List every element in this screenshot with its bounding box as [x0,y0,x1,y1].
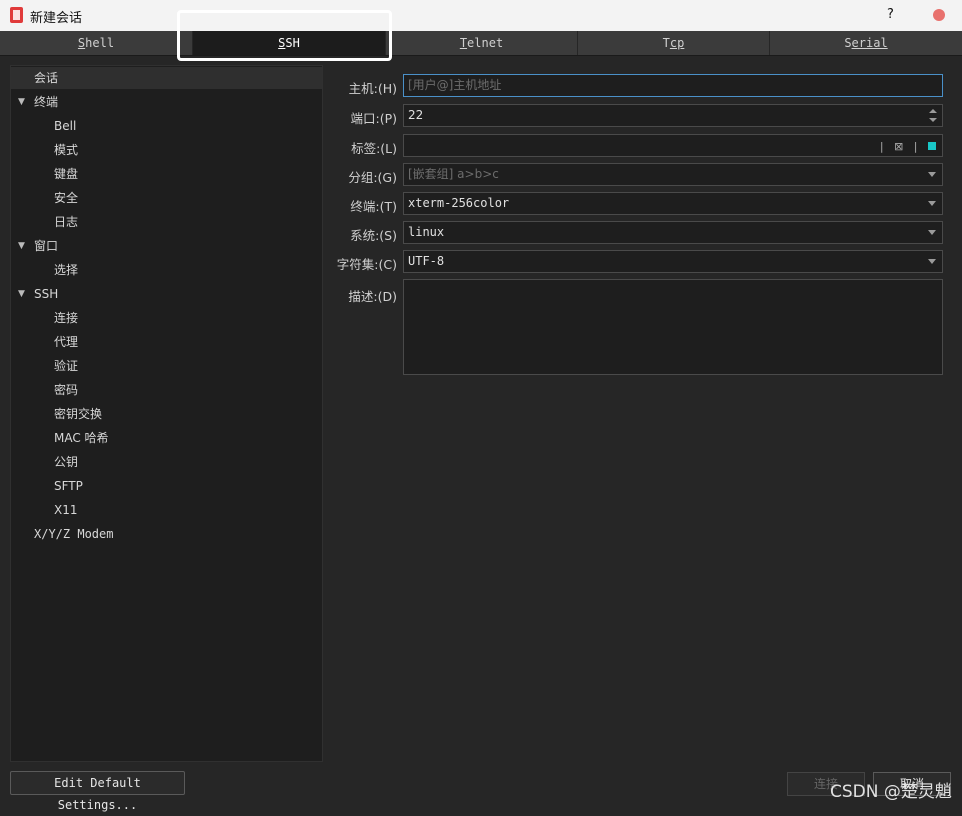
tab-ssh[interactable]: SSH [193,31,386,55]
spin-down-icon[interactable] [929,118,937,122]
tab-tcp[interactable]: Tcp [578,31,770,55]
expand-arrow-icon[interactable]: ▼ [18,91,25,113]
spin-up-icon[interactable] [929,109,937,113]
tab-shell[interactable]: Shell [0,31,193,55]
expand-arrow-icon[interactable]: ▼ [18,283,25,305]
terminal-label: 终端:(T) [350,199,397,214]
tab-telnet[interactable]: Telnet [386,31,578,55]
tree-item-x11[interactable]: X11 [54,499,78,521]
tree-item-mac[interactable]: MAC 哈希 [54,427,109,449]
tree-item-security[interactable]: 安全 [54,187,78,209]
group-combobox[interactable]: [嵌套组] a>b>c [403,163,943,186]
system-combobox[interactable]: linux [403,221,943,244]
edit-default-settings-button[interactable]: Edit Default Settings... [10,771,185,812]
tree-item-terminal[interactable]: ▼ 终端 [11,91,322,113]
tree-item-connection[interactable]: 连接 [54,307,78,329]
tree-item-sftp[interactable]: SFTP [54,475,83,497]
tag-tools: | ⊠ | [873,135,936,157]
tree-item-mode[interactable]: 模式 [54,139,78,161]
host-input[interactable]: [用户@]主机地址 [403,74,943,97]
chevron-down-icon[interactable] [928,172,936,177]
port-stepper[interactable]: 22 [403,104,943,127]
chevron-down-icon[interactable] [928,201,936,206]
title-bar: 新建会话 ? [0,0,962,31]
tree-item-kex[interactable]: 密钥交换 [54,403,102,425]
tab-serial[interactable]: Serial [770,31,962,55]
session-type-tabs: Shell SSH Telnet Tcp Serial [0,31,962,56]
close-button[interactable] [933,9,945,21]
tree-item-proxy[interactable]: 代理 [54,331,78,353]
charset-label: 字符集:(C) [336,257,397,272]
tree-item-log[interactable]: 日志 [54,211,78,233]
group-label: 分组:(G) [348,170,397,185]
description-textarea[interactable] [403,279,943,375]
charset-combobox[interactable]: UTF-8 [403,250,943,273]
tag-input[interactable]: | ⊠ | [403,134,943,157]
port-label: 端口:(P) [350,111,397,126]
host-label: 主机:(H) [348,81,397,96]
tree-item-auth[interactable]: 验证 [54,355,78,377]
tree-item-ssh[interactable]: ▼ SSH [11,283,322,305]
clear-icon[interactable]: ⊠ [894,136,903,157]
tree-item-pubkey[interactable]: 公钥 [54,451,78,473]
app-icon [10,7,23,23]
description-label: 描述:(D) [348,289,397,304]
tree-item-session[interactable]: 会话 [11,67,322,89]
help-button[interactable]: ? [887,7,894,22]
terminal-combobox[interactable]: xterm-256color [403,192,943,215]
system-label: 系统:(S) [350,228,397,243]
window-title: 新建会话 [30,11,83,26]
tree-item-modem[interactable]: X/Y/Z Modem [34,523,113,545]
tree-item-keyboard[interactable]: 键盘 [54,163,78,185]
color-picker-icon[interactable] [928,142,936,150]
tree-item-bell[interactable]: Bell [54,115,76,137]
settings-tree: 会话 ▼ 终端 Bell 模式 键盘 安全 日志 ▼ 窗口 选择 ▼ SSH 连接 代… [10,65,323,762]
tree-item-select[interactable]: 选择 [54,259,78,281]
expand-arrow-icon[interactable]: ▼ [18,235,25,257]
tree-item-password[interactable]: 密码 [54,379,78,401]
tag-label: 标签:(L) [351,141,397,156]
chevron-down-icon[interactable] [928,259,936,264]
chevron-down-icon[interactable] [928,230,936,235]
watermark: CSDN @楚灵魈 [830,782,952,802]
tree-item-window[interactable]: ▼ 窗口 [11,235,322,257]
